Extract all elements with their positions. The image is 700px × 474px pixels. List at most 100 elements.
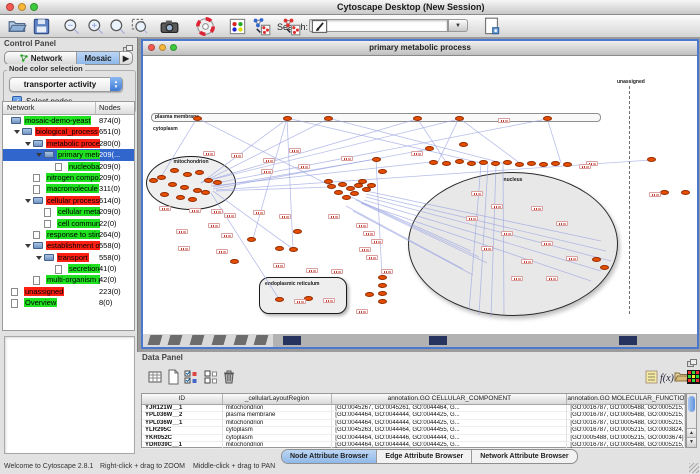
zoom-window-icon[interactable]	[30, 3, 38, 11]
tree-row-mosaic-demo-yeast[interactable]: mosaic-demo-yeast874(0)	[3, 115, 134, 126]
network-node[interactable]	[543, 116, 552, 121]
network-node[interactable]	[539, 162, 548, 167]
table-scrollbar[interactable]: ▲ ▼	[686, 393, 697, 448]
network-node[interactable]	[275, 297, 284, 302]
network-canvas[interactable]: plasma membrane cytoplasm mitochondrion …	[143, 56, 697, 347]
tree-row-multi-organism-pro[interactable]: multi-organism pro42(0)	[3, 274, 134, 285]
table-row[interactable]: YPL036W__1mitochondrion[GO:0044464, GO:0…	[142, 420, 685, 427]
network-node[interactable]	[429, 160, 438, 165]
tree-row-unassigned[interactable]: unassigned223(0)	[3, 286, 134, 297]
network-node[interactable]	[378, 169, 387, 174]
expand-arrow-icon[interactable]	[36, 256, 42, 260]
column-header[interactable]: annotation.GO MOLECULAR_FUNCTION	[567, 394, 685, 404]
tree-column-divider[interactable]	[95, 102, 96, 114]
zoom-region-icon[interactable]	[130, 17, 149, 36]
network-node[interactable]	[195, 170, 204, 175]
attribute-table-icon[interactable]	[147, 369, 163, 385]
tree-row-transport[interactable]: transport558(0)	[3, 252, 134, 263]
network-node[interactable]	[365, 292, 374, 297]
network-view-window[interactable]: primary metabolic process plasma membran…	[141, 39, 699, 349]
tree-row-secretion[interactable]: secretion41(0)	[3, 263, 134, 274]
tab-overflow-button[interactable]: ▶	[120, 52, 132, 64]
network-node[interactable]	[372, 157, 381, 162]
tree-row-cellular-metabo[interactable]: cellular metabo209(0)	[3, 206, 134, 217]
tab-network-attribute-browser[interactable]: Network Attribute Browser	[472, 450, 576, 463]
save-icon[interactable]	[32, 17, 51, 36]
select-attributes-icon[interactable]	[183, 369, 199, 385]
zoom-in-icon[interactable]	[86, 17, 105, 36]
table-row[interactable]: YLR295Ccytoplasm[GO:0045263, GO:0044464,…	[142, 427, 685, 434]
network-node[interactable]	[515, 162, 524, 167]
expand-arrow-icon[interactable]	[14, 130, 20, 134]
tree-row-cell-communicat[interactable]: cell communicat22(0)	[3, 218, 134, 229]
column-header[interactable]: annotation.GO CELLULAR_COMPONENT	[332, 394, 567, 404]
network-node[interactable]	[378, 275, 387, 280]
search-config-icon[interactable]	[482, 17, 501, 36]
tree-row-nucleobase-[interactable]: nucleobase-209(0)	[3, 161, 134, 172]
network-node[interactable]	[230, 259, 239, 264]
network-node[interactable]	[425, 146, 434, 151]
tree-row-primary-metabo[interactable]: primary metabo209(...	[3, 149, 134, 160]
network-node[interactable]	[160, 192, 169, 197]
new-attribute-icon[interactable]	[165, 369, 181, 385]
network-node[interactable]	[193, 116, 202, 121]
title-bar[interactable]: Cytoscape Desktop (New Session)	[0, 0, 700, 15]
network-node[interactable]	[367, 183, 376, 188]
network-node[interactable]	[647, 157, 656, 162]
network-node[interactable]	[660, 190, 669, 195]
matrix-icon[interactable]	[686, 369, 700, 385]
network-view-titlebar[interactable]: primary metabolic process	[143, 41, 697, 56]
network-node[interactable]	[563, 162, 572, 167]
annotation-icon[interactable]	[310, 17, 329, 36]
resize-grip[interactable]	[689, 463, 699, 473]
help-icon[interactable]	[196, 17, 215, 36]
tree-row-metabolic-process[interactable]: metabolic process280(0)	[3, 138, 134, 149]
network-node[interactable]	[168, 182, 177, 187]
tree-row-nitrogen-compo[interactable]: nitrogen compo209(0)	[3, 172, 134, 183]
float-panel-icon[interactable]	[123, 40, 133, 48]
layout-copy-icon[interactable]	[252, 17, 271, 36]
expand-arrow-icon[interactable]	[36, 153, 42, 157]
scrollbar-thumb[interactable]	[688, 396, 695, 412]
network-node[interactable]	[378, 291, 387, 296]
network-node[interactable]	[459, 142, 468, 147]
network-node[interactable]	[681, 190, 690, 195]
network-node[interactable]	[527, 161, 536, 166]
birds-eye-view[interactable]	[4, 336, 135, 454]
network-node[interactable]	[188, 197, 197, 202]
column-header[interactable]: _cellularLayoutRegion	[223, 394, 333, 404]
network-node[interactable]	[180, 185, 189, 190]
network-node[interactable]	[378, 299, 387, 304]
network-node[interactable]	[275, 246, 284, 251]
network-node[interactable]	[455, 159, 464, 164]
table-row[interactable]: YJR121W__1mitochondrion[GO:0045267, GO:0…	[142, 405, 685, 412]
network-node[interactable]	[157, 175, 166, 180]
network-node[interactable]	[324, 116, 333, 121]
tab-edge-attribute-browser[interactable]: Edge Attribute Browser	[377, 450, 472, 463]
network-node[interactable]	[334, 190, 343, 195]
tree-row-response-to-stimulu[interactable]: response to stimulu264(0)	[3, 229, 134, 240]
network-node[interactable]	[592, 257, 601, 262]
attribute-dropdown[interactable]: transporter activity ▲▼	[9, 77, 123, 92]
minimize-icon[interactable]	[18, 3, 26, 11]
network-node[interactable]	[350, 191, 359, 196]
network-node[interactable]	[283, 116, 292, 121]
tree-row-macromolecule[interactable]: macromolecule311(0)	[3, 183, 134, 194]
tree-row-establishment-of-lo[interactable]: establishment of lo558(0)	[3, 240, 134, 251]
expand-arrow-icon[interactable]	[25, 142, 31, 146]
scroll-down-icon[interactable]: ▼	[687, 437, 696, 447]
network-node[interactable]	[455, 116, 464, 121]
network-node[interactable]	[600, 265, 609, 270]
expand-arrow-icon[interactable]	[25, 244, 31, 248]
tree-row-biological-process[interactable]: biological_process651(0)	[3, 126, 134, 137]
tab-network[interactable]: Network	[5, 52, 77, 64]
network-node[interactable]	[183, 172, 192, 177]
search-input[interactable]	[309, 19, 448, 32]
table-row[interactable]: YKR052Ccytoplasm[GO:0044464, GO:0044446,…	[142, 435, 685, 442]
vizmapper-icon[interactable]	[228, 17, 247, 36]
function-builder-icon[interactable]: f(x)	[659, 369, 675, 385]
network-node[interactable]	[491, 161, 500, 166]
network-node[interactable]	[342, 195, 351, 200]
network-node[interactable]	[479, 160, 488, 165]
network-node[interactable]	[170, 168, 179, 173]
